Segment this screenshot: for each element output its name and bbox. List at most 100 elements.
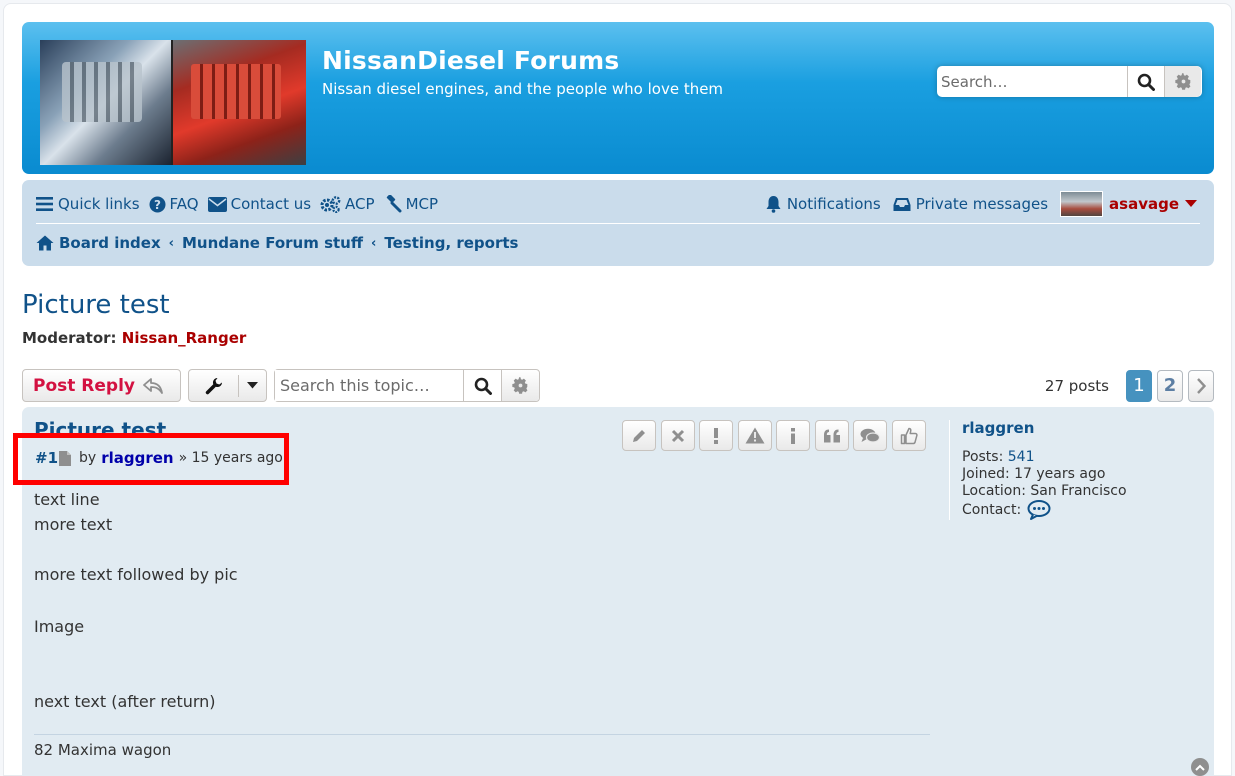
breadcrumb-board-index[interactable]: Board index	[59, 234, 161, 252]
avatar	[1060, 191, 1104, 217]
profile-contact-label: Contact:	[962, 501, 1022, 518]
profile-location: Location: San Francisco	[962, 483, 1127, 499]
gavel-icon	[386, 195, 402, 213]
page-2[interactable]: 2	[1157, 369, 1183, 402]
caret-down-icon	[239, 382, 266, 389]
menu-icon	[36, 197, 53, 211]
site-header: NissanDiesel Forums Nissan diesel engine…	[22, 22, 1214, 174]
post-line: more text	[34, 515, 113, 534]
chevron-left-icon: ‹	[168, 235, 174, 251]
contact-link[interactable]: Contact us	[207, 195, 312, 213]
nav-links: Quick links ? FAQ Contact us ACP MCP	[36, 193, 447, 215]
chevron-up-icon	[1195, 764, 1205, 771]
engine-photo-1	[40, 40, 171, 165]
private-messages-link[interactable]: Private messages	[893, 195, 1048, 213]
topic-tools-button[interactable]	[188, 369, 267, 402]
topic-search-input[interactable]	[275, 370, 463, 401]
comments-icon	[860, 428, 880, 443]
post-reply-button[interactable]: Post Reply	[22, 369, 181, 402]
next-page-button[interactable]	[1188, 369, 1214, 402]
info-icon	[791, 427, 795, 444]
question-circle-icon: ?	[149, 196, 166, 212]
inbox-icon	[893, 197, 911, 211]
action-bar: Post Reply	[22, 369, 540, 402]
nav-divider	[36, 223, 1200, 224]
quote-icon	[823, 429, 840, 442]
site-logo[interactable]	[40, 40, 306, 165]
post-image-placeholder[interactable]: Image	[34, 614, 84, 639]
post-buttons	[622, 420, 930, 451]
signature-divider	[34, 734, 930, 735]
quick-links[interactable]: Quick links	[36, 195, 140, 213]
moderator-name[interactable]: Nissan_Ranger	[122, 329, 247, 347]
header-advanced-search-button[interactable]	[1164, 66, 1201, 97]
breadcrumb-subforum[interactable]: Testing, reports	[384, 234, 518, 252]
faq-link[interactable]: ? FAQ	[149, 195, 199, 213]
delete-button[interactable]	[660, 420, 695, 451]
exclamation-icon	[714, 427, 718, 444]
mcp-link[interactable]: MCP	[384, 195, 438, 213]
notifications-label: Notifications	[786, 195, 881, 213]
navbar: Quick links ? FAQ Contact us ACP MCP Not…	[22, 180, 1214, 266]
contact-label: Contact us	[230, 195, 312, 213]
profile-posts-value[interactable]: 541	[1008, 449, 1035, 465]
topic-search-button[interactable]	[463, 370, 501, 401]
home-icon	[36, 235, 54, 251]
pagination: 27 posts 1 2	[1045, 369, 1214, 402]
contact-bubble-icon	[1027, 500, 1051, 520]
page-1[interactable]: 1	[1126, 369, 1152, 402]
user-menu[interactable]: asavage	[1060, 191, 1202, 217]
profile-contact: Contact:	[962, 500, 1199, 520]
mcp-label: MCP	[405, 195, 439, 213]
header-search	[937, 66, 1202, 97]
warn-button[interactable]	[737, 420, 772, 451]
warning-icon	[745, 427, 764, 444]
notifications-link[interactable]: Notifications	[765, 195, 881, 213]
pencil-icon	[633, 429, 645, 442]
post-line: next text (after return)	[34, 692, 216, 711]
signature: 82 Maxima wagon	[34, 741, 172, 759]
page-title[interactable]: Picture test	[22, 290, 170, 320]
chevron-left-icon: ‹	[371, 235, 377, 251]
profile-name[interactable]: rlaggren	[962, 420, 1199, 437]
engine-photo-2	[173, 40, 306, 165]
header-search-input[interactable]	[939, 67, 1127, 96]
breadcrumb-forum[interactable]: Mundane Forum stuff	[182, 234, 363, 252]
moderator-line: Moderator: Nissan_Ranger	[22, 329, 246, 347]
chevron-right-icon	[1197, 377, 1206, 394]
multi-quote-button[interactable]	[853, 420, 887, 451]
like-button[interactable]	[891, 420, 926, 451]
edit-button[interactable]	[622, 420, 656, 451]
topic-search	[274, 369, 540, 402]
acp-link[interactable]: ACP	[320, 195, 375, 213]
report-button[interactable]	[699, 420, 733, 451]
acp-label: ACP	[345, 195, 375, 213]
post: Picture test #1 by rlaggren » 15 years a…	[13, 407, 1214, 776]
topic-advanced-search-button[interactable]	[501, 370, 539, 401]
header-search-button[interactable]	[1127, 66, 1164, 97]
wrench-icon	[189, 374, 239, 397]
faq-label: FAQ	[169, 195, 199, 213]
profile-posts: Posts: 541	[962, 449, 1199, 466]
reply-icon	[143, 377, 163, 394]
username: asavage	[1109, 195, 1179, 213]
search-icon	[474, 377, 492, 395]
post-profile: rlaggren Posts: 541 Joined: 17 years ago…	[949, 420, 1199, 520]
bell-icon	[766, 196, 781, 213]
envelope-icon	[207, 196, 227, 212]
moderator-label: Moderator:	[22, 329, 117, 347]
post-reply-label: Post Reply	[33, 375, 135, 396]
profile-posts-label: Posts:	[962, 449, 1004, 465]
gear-icon	[1174, 73, 1190, 90]
highlight-box	[13, 433, 289, 485]
site-description: Nissan diesel engines, and the people wh…	[322, 80, 724, 98]
back-to-top-button[interactable]	[1191, 758, 1209, 776]
caret-down-icon	[1185, 200, 1197, 207]
thumbs-up-icon	[900, 427, 918, 444]
search-icon	[1137, 73, 1155, 91]
nav-user-links: Notifications Private messages asavage	[753, 191, 1202, 217]
info-button[interactable]	[776, 420, 810, 451]
site-title[interactable]: NissanDiesel Forums	[322, 46, 619, 75]
quick-links-label: Quick links	[58, 195, 140, 213]
quote-button[interactable]	[814, 420, 849, 451]
